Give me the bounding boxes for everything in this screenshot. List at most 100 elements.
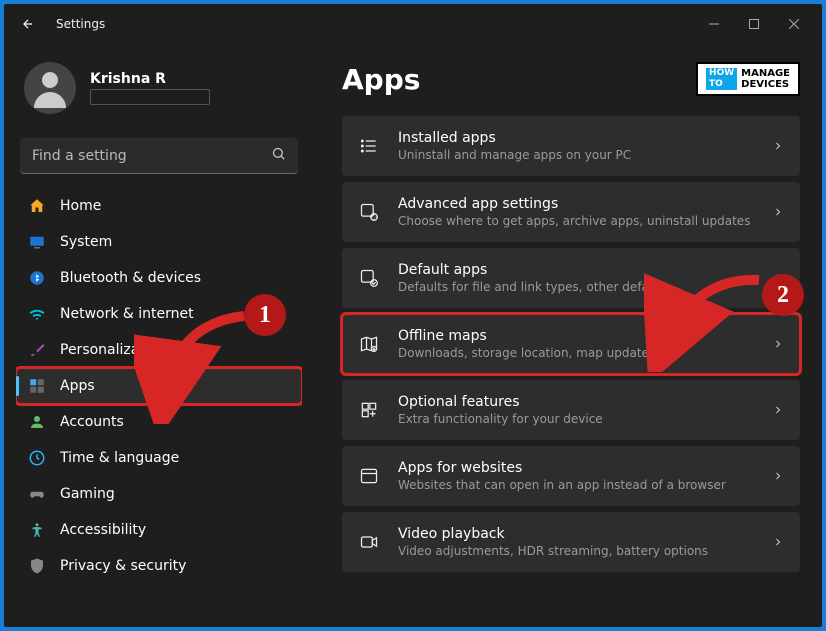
close-button[interactable] — [774, 8, 814, 40]
profile-info: Krishna R — [90, 71, 210, 105]
sidebar-item-label: Personalization — [60, 342, 166, 358]
card-installed-apps[interactable]: Installed apps Uninstall and manage apps… — [342, 116, 800, 176]
bluetooth-icon — [28, 269, 46, 287]
card-desc: Uninstall and manage apps on your PC — [398, 148, 754, 162]
gamepad-icon — [28, 485, 46, 503]
titlebar: Settings — [4, 4, 822, 44]
window-controls — [694, 8, 814, 40]
chevron-right-icon — [772, 203, 784, 222]
sidebar-item-label: Gaming — [60, 486, 115, 502]
card-body: Default apps Defaults for file and link … — [398, 262, 754, 294]
brand-right: MANAGE DEVICES — [741, 68, 790, 90]
card-desc: Downloads, storage location, map updates — [398, 346, 754, 360]
sidebar-item-label: Home — [60, 198, 101, 214]
card-body: Video playback Video adjustments, HDR st… — [398, 526, 754, 558]
minimize-button[interactable] — [694, 8, 734, 40]
chevron-right-icon — [772, 467, 784, 486]
sidebar-item-label: Privacy & security — [60, 558, 186, 574]
avatar — [24, 62, 76, 114]
card-title: Advanced app settings — [398, 196, 754, 212]
video-icon — [358, 531, 380, 553]
search-box[interactable] — [20, 138, 298, 174]
shield-icon — [28, 557, 46, 575]
app-gear-icon — [358, 201, 380, 223]
card-body: Advanced app settings Choose where to ge… — [398, 196, 754, 228]
card-body: Installed apps Uninstall and manage apps… — [398, 130, 754, 162]
card-desc: Extra functionality for your device — [398, 412, 754, 426]
sidebar: Krishna R Home System — [4, 44, 314, 627]
plus-app-icon — [358, 399, 380, 421]
sidebar-item-network[interactable]: Network & internet — [16, 296, 302, 332]
home-icon — [28, 197, 46, 215]
card-body: Optional features Extra functionality fo… — [398, 394, 754, 426]
profile-section[interactable]: Krishna R — [16, 54, 302, 132]
sidebar-item-label: System — [60, 234, 112, 250]
list-icon — [358, 135, 380, 157]
search-icon — [271, 146, 286, 165]
sidebar-item-label: Accessibility — [60, 522, 146, 538]
card-desc: Choose where to get apps, archive apps, … — [398, 214, 754, 228]
sidebar-item-label: Bluetooth & devices — [60, 270, 201, 286]
brand-left: HOW TO — [706, 68, 737, 90]
card-title: Apps for websites — [398, 460, 754, 476]
chevron-right-icon — [772, 269, 784, 288]
system-icon — [28, 233, 46, 251]
sidebar-item-home[interactable]: Home — [16, 188, 302, 224]
brush-icon — [28, 341, 46, 359]
wifi-icon — [28, 305, 46, 323]
sidebar-item-privacy[interactable]: Privacy & security — [16, 548, 302, 584]
sidebar-item-apps[interactable]: Apps — [16, 368, 302, 404]
sidebar-item-system[interactable]: System — [16, 224, 302, 260]
settings-window: Settings Krishna R — [4, 4, 822, 627]
card-body: Apps for websites Websites that can open… — [398, 460, 754, 492]
card-title: Installed apps — [398, 130, 754, 146]
accessibility-icon — [28, 521, 46, 539]
card-desc: Defaults for file and link types, other … — [398, 280, 754, 294]
profile-email — [90, 89, 210, 105]
card-default-apps[interactable]: Default apps Defaults for file and link … — [342, 248, 800, 308]
main-panel: Apps HOW TO MANAGE DEVICES Installed app… — [314, 44, 822, 627]
search-input[interactable] — [32, 148, 271, 164]
chevron-right-icon — [772, 533, 784, 552]
card-desc: Websites that can open in an app instead… — [398, 478, 754, 492]
back-button[interactable] — [12, 8, 44, 40]
card-title: Offline maps — [398, 328, 754, 344]
browser-icon — [358, 465, 380, 487]
card-title: Video playback — [398, 526, 754, 542]
maximize-button[interactable] — [734, 8, 774, 40]
chevron-right-icon — [772, 335, 784, 354]
chevron-right-icon — [772, 401, 784, 420]
sidebar-item-bluetooth[interactable]: Bluetooth & devices — [16, 260, 302, 296]
card-offline-maps[interactable]: Offline maps Downloads, storage location… — [342, 314, 800, 374]
card-optional-features[interactable]: Optional features Extra functionality fo… — [342, 380, 800, 440]
sidebar-item-label: Accounts — [60, 414, 124, 430]
nav-list: Home System Bluetooth & devices Network … — [16, 188, 302, 627]
clock-icon — [28, 449, 46, 467]
sidebar-item-label: Time & language — [60, 450, 179, 466]
card-title: Default apps — [398, 262, 754, 278]
card-desc: Video adjustments, HDR streaming, batter… — [398, 544, 754, 558]
sidebar-item-label: Apps — [60, 378, 95, 394]
map-icon — [358, 333, 380, 355]
sidebar-item-accessibility[interactable]: Accessibility — [16, 512, 302, 548]
card-video-playback[interactable]: Video playback Video adjustments, HDR st… — [342, 512, 800, 572]
content-area: Krishna R Home System — [4, 44, 822, 627]
profile-name: Krishna R — [90, 71, 210, 87]
card-advanced-settings[interactable]: Advanced app settings Choose where to ge… — [342, 182, 800, 242]
sidebar-item-accounts[interactable]: Accounts — [16, 404, 302, 440]
page-title: Apps — [342, 63, 420, 96]
window-title: Settings — [56, 17, 105, 31]
sidebar-item-personalization[interactable]: Personalization — [16, 332, 302, 368]
brand-badge: HOW TO MANAGE DEVICES — [696, 62, 800, 96]
card-apps-websites[interactable]: Apps for websites Websites that can open… — [342, 446, 800, 506]
card-title: Optional features — [398, 394, 754, 410]
person-icon — [28, 413, 46, 431]
main-header: Apps HOW TO MANAGE DEVICES — [342, 62, 800, 96]
card-body: Offline maps Downloads, storage location… — [398, 328, 754, 360]
sidebar-item-gaming[interactable]: Gaming — [16, 476, 302, 512]
chevron-right-icon — [772, 137, 784, 156]
sidebar-item-label: Network & internet — [60, 306, 194, 322]
sidebar-item-time[interactable]: Time & language — [16, 440, 302, 476]
check-app-icon — [358, 267, 380, 289]
apps-icon — [28, 377, 46, 395]
